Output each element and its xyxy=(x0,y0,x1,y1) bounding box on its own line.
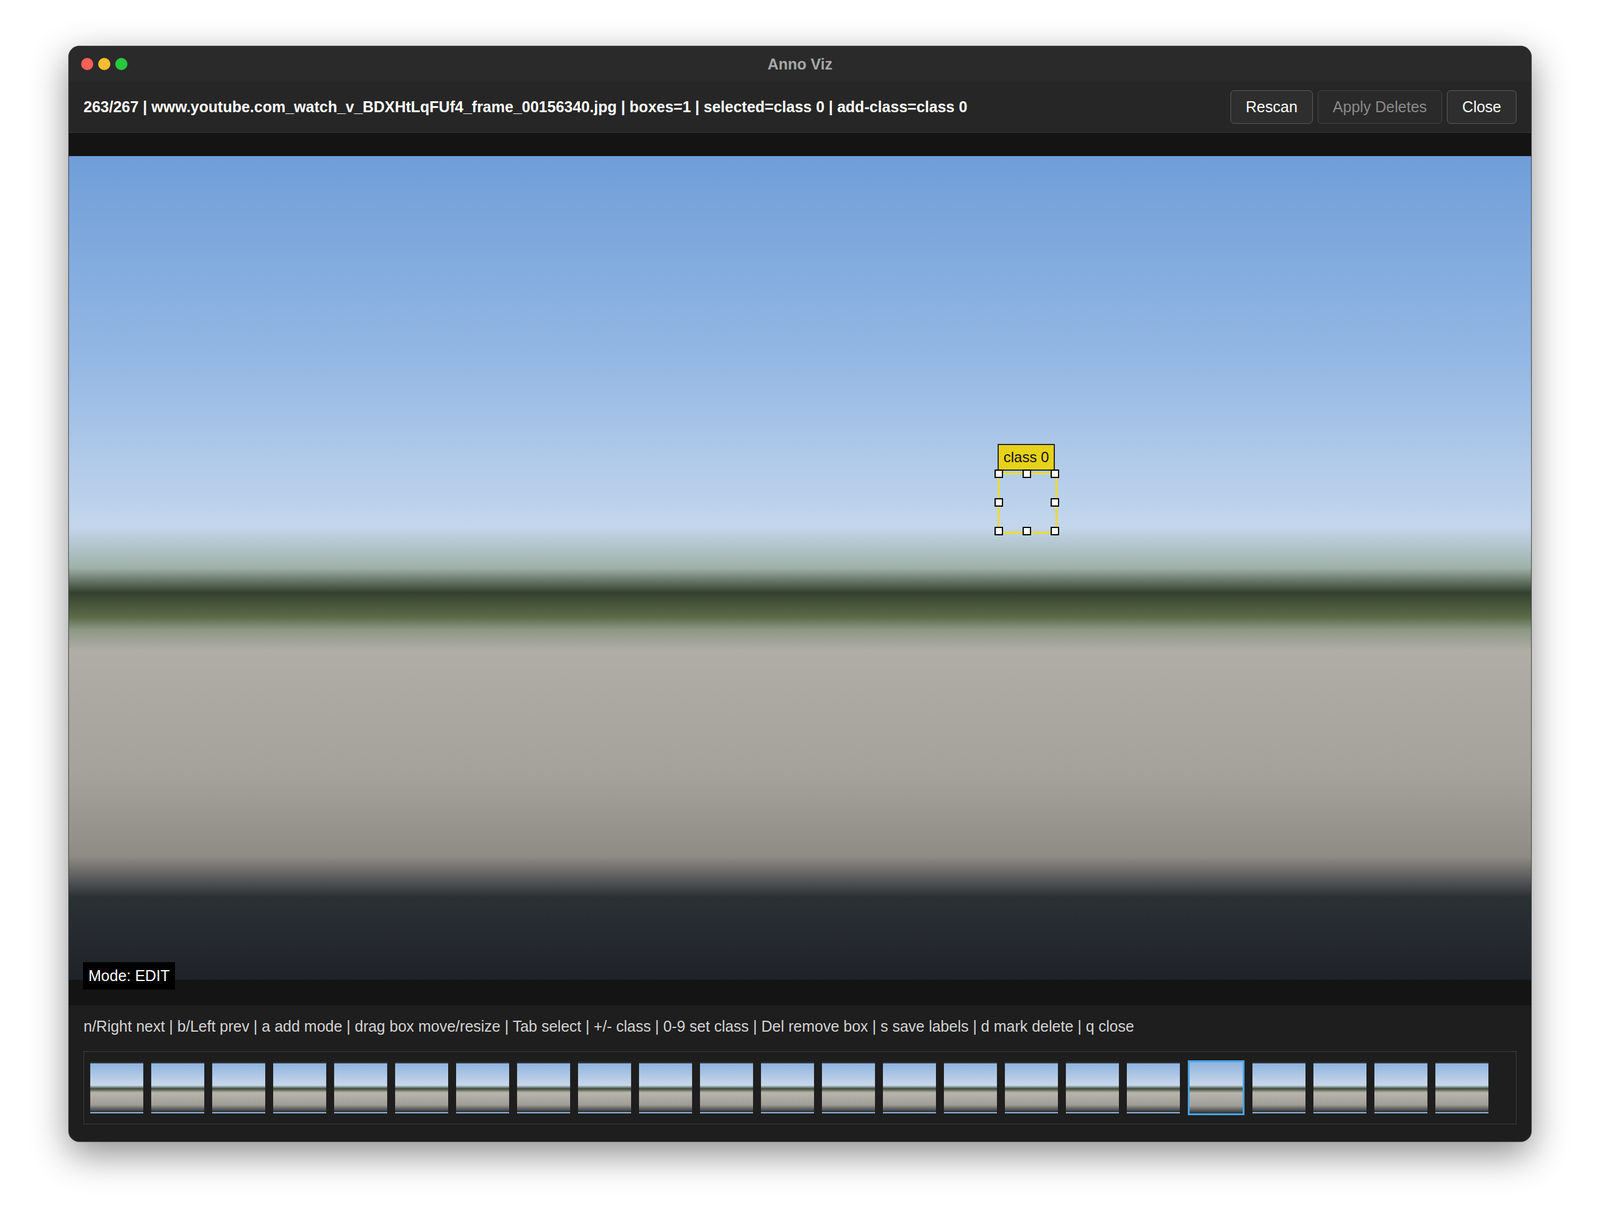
resize-handle[interactable] xyxy=(994,526,1004,536)
thumbnail[interactable] xyxy=(821,1062,875,1114)
thumbnail[interactable] xyxy=(882,1062,936,1114)
thumbnail[interactable] xyxy=(578,1062,632,1114)
toolbar-button: Apply Deletes xyxy=(1317,90,1443,124)
resize-handle[interactable] xyxy=(1022,469,1032,479)
resize-handle[interactable] xyxy=(994,469,1004,479)
thumbnail[interactable] xyxy=(1187,1060,1245,1116)
resize-handle[interactable] xyxy=(994,498,1004,507)
shortcut-hints: n/Right next | b/Left prev | a add mode … xyxy=(68,1005,1532,1052)
window-controls xyxy=(81,57,128,71)
thumbnail[interactable] xyxy=(151,1062,205,1114)
thumbnail[interactable] xyxy=(1435,1062,1489,1114)
toolbar: 263/267 | www.youtube.com_watch_v_BDXHtL… xyxy=(68,81,1532,133)
resize-handle[interactable] xyxy=(1050,498,1060,507)
bounding-box[interactable]: class 0 xyxy=(997,472,1058,534)
zoom-control[interactable] xyxy=(115,57,128,71)
resize-handle[interactable] xyxy=(1022,526,1032,536)
thumbnail[interactable] xyxy=(1065,1062,1119,1114)
close-control[interactable] xyxy=(81,57,94,71)
thumbnail[interactable] xyxy=(456,1062,510,1114)
thumbnail[interactable] xyxy=(517,1062,571,1114)
thumbnail[interactable] xyxy=(273,1062,327,1114)
thumbnail[interactable] xyxy=(639,1062,693,1114)
status-text: 263/267 | www.youtube.com_watch_v_BDXHtL… xyxy=(83,95,1221,119)
window-title: Anno Viz xyxy=(68,46,1532,82)
resize-handle[interactable] xyxy=(1050,469,1060,479)
thumbnail[interactable] xyxy=(1313,1062,1367,1114)
toolbar-buttons: RescanApply DeletesClose xyxy=(1230,90,1517,124)
thumbnail[interactable] xyxy=(1004,1062,1058,1114)
thumbnail-strip xyxy=(83,1051,1517,1125)
toolbar-button[interactable]: Rescan xyxy=(1230,90,1313,124)
minimize-control[interactable] xyxy=(98,57,111,71)
frame-image[interactable]: class 0 xyxy=(68,156,1532,980)
thumbnail[interactable] xyxy=(212,1062,266,1114)
thumbnail[interactable] xyxy=(760,1062,815,1114)
thumbnail-panel xyxy=(68,1051,1532,1142)
thumbnail[interactable] xyxy=(1252,1062,1306,1114)
app-window: Anno Viz 263/267 | www.youtube.com_watch_… xyxy=(68,45,1532,1143)
box-label: class 0 xyxy=(997,443,1056,471)
thumbnail[interactable] xyxy=(943,1062,997,1114)
thumbnail[interactable] xyxy=(334,1062,388,1114)
thumbnail[interactable] xyxy=(700,1062,754,1114)
thumbnail[interactable] xyxy=(1126,1062,1180,1114)
image-viewer: class 0 Mode: EDIT xyxy=(68,132,1532,1006)
thumbnail[interactable] xyxy=(395,1062,449,1114)
title-bar: Anno Viz xyxy=(68,46,1532,82)
thumbnail[interactable] xyxy=(1374,1062,1428,1114)
toolbar-button[interactable]: Close xyxy=(1446,90,1517,124)
mode-label: Mode: EDIT xyxy=(82,962,175,991)
resize-handle[interactable] xyxy=(1050,526,1060,536)
thumbnail[interactable] xyxy=(90,1062,144,1114)
